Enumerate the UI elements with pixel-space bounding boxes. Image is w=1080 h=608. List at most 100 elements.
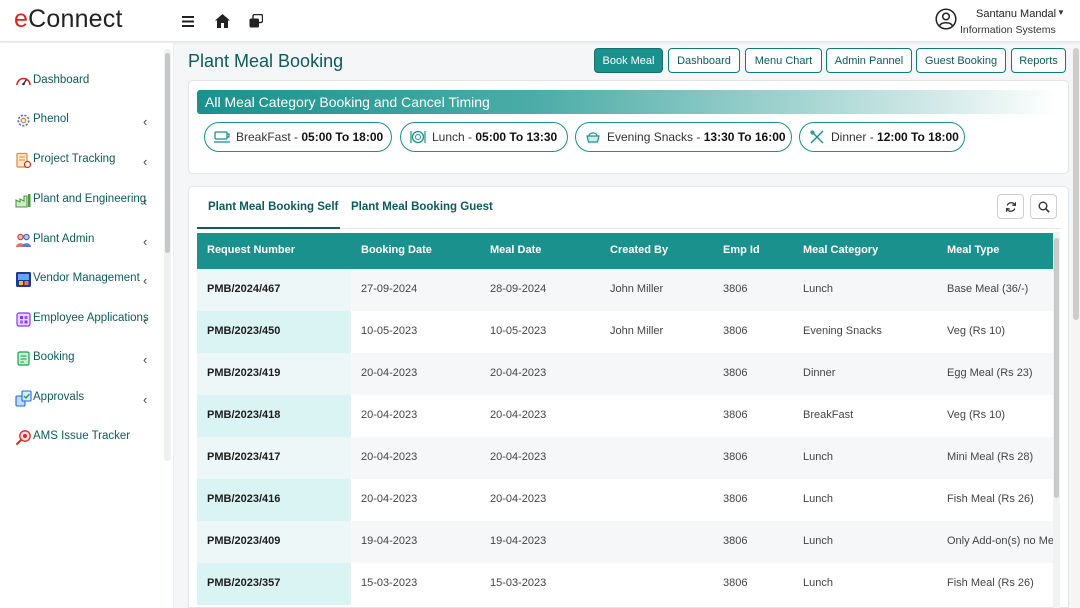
table-cell: 19-04-2023 (490, 535, 547, 547)
table-cell: Veg (Rs 10) (947, 325, 1006, 337)
column-header[interactable]: Meal Category (803, 244, 878, 256)
table-row[interactable]: PMB/2023/418 20-04-2023 20-04-2023 3806 Brea… (197, 395, 1054, 437)
breakfast-icon (214, 131, 230, 143)
table-row[interactable]: PMB/2023/417 20-04-2023 20-04-2023 3806 Lunc… (197, 437, 1054, 479)
table-cell: 10-05-2023 (361, 325, 418, 337)
sidebar-item-label: Dashboard (33, 74, 90, 86)
dashboard-button[interactable]: Dashboard (668, 48, 740, 73)
table-cell: Only Add-on(s) no Me (947, 535, 1054, 547)
logo-text: Connect (28, 5, 123, 33)
table-row[interactable]: PMB/2023/450 10-05-2023 10-05-2023 John Mil… (197, 311, 1054, 353)
booking-icon (17, 351, 30, 366)
sidebar-item-label: AMS Issue Tracker (33, 430, 131, 442)
chevron-left-icon: ‹ (143, 273, 148, 288)
column-header[interactable]: Meal Type (947, 244, 999, 256)
sidebar-item-phenol[interactable]: Phenol ‹ (0, 109, 160, 133)
pill-separator: - (290, 130, 302, 144)
table-cell: 20-04-2023 (490, 409, 547, 421)
sidebar-item-ams-issue-tracker[interactable]: AMS Issue Tracker (0, 426, 160, 450)
column-header[interactable]: Meal Date (490, 244, 541, 256)
tab-meal-booking-guest[interactable]: Plant Meal Booking Guest (351, 201, 493, 213)
refresh-button[interactable] (997, 194, 1024, 219)
table-cell[interactable]: PMB/2024/467 (207, 283, 280, 295)
table-cell: 20-04-2023 (361, 409, 418, 421)
sidebar-item-employee-applications[interactable]: Employee Applications ‹ (0, 308, 160, 332)
chevron-left-icon: ‹ (143, 313, 148, 328)
user-avatar-icon[interactable] (935, 8, 957, 30)
table-row[interactable]: PMB/2023/416 20-04-2023 20-04-2023 3806 Lunc… (197, 479, 1054, 521)
table-row[interactable]: PMB/2023/409 19-04-2023 19-04-2023 3806 Lunc… (197, 521, 1054, 563)
page-scroll-thumb[interactable] (1073, 48, 1079, 320)
table-scrollbar[interactable] (1053, 232, 1060, 608)
table-cell[interactable]: PMB/2023/416 (207, 493, 280, 505)
top-bar: eConnect Santanu Mandal ▼ Information Sy… (0, 0, 1080, 42)
table-cell: Dinner (803, 367, 836, 379)
sidebar-item-label: Phenol (33, 113, 69, 125)
table-cell: 20-04-2023 (361, 451, 418, 463)
table-row[interactable]: PMB/2024/467 27-09-2024 28-09-2024 John Mil… (197, 269, 1054, 311)
user-department: Information Systems (960, 24, 1056, 36)
app-icon (16, 312, 31, 327)
pill-meal-time: 05:00 To 13:30 (475, 130, 558, 144)
sidebar-scrollbar[interactable] (164, 49, 171, 461)
column-header[interactable]: Booking Date (361, 244, 432, 256)
menu-chart-button[interactable]: Menu Chart (745, 48, 822, 73)
pill-meal-name: BreakFast (236, 130, 291, 144)
search-button[interactable] (1030, 194, 1057, 219)
timing-pill-lunch: Lunch - 05:00 To 13:30 (400, 122, 568, 152)
vendor-icon (16, 272, 31, 287)
gear-icon (17, 114, 30, 127)
guest-booking-button[interactable]: Guest Booking (916, 48, 1006, 73)
table-cell[interactable]: PMB/2023/357 (207, 577, 280, 589)
page-title: Plant Meal Booking (188, 51, 344, 71)
table-cell: Evening Snacks (803, 325, 882, 337)
reports-button[interactable]: Reports (1011, 48, 1066, 73)
pill-meal-name: Dinner (831, 130, 867, 144)
table-cell: 3806 (723, 535, 748, 547)
pill-meal-time: 13:30 To 16:00 (703, 130, 786, 144)
speedometer-icon (16, 77, 31, 86)
table-cell: Mini Meal (Rs 28) (947, 451, 1034, 463)
app-logo[interactable]: eConnect (14, 5, 123, 34)
column-header[interactable]: Emp Id (723, 244, 760, 256)
logo-e: e (14, 5, 29, 33)
sidebar-item-vendor-management[interactable]: Vendor Management ‹ (0, 268, 160, 292)
users-icon (16, 233, 31, 247)
page-scrollbar[interactable] (1072, 44, 1080, 608)
book-meal-button[interactable]: Book Meal (594, 48, 663, 73)
document-icon (16, 152, 32, 169)
table-scroll-thumb[interactable] (1054, 238, 1059, 498)
column-header[interactable]: Created By (610, 244, 668, 256)
table-cell: 3806 (723, 325, 748, 337)
lunch-icon (410, 130, 426, 144)
column-header[interactable]: Request Number (207, 244, 295, 256)
sidebar-scroll-thumb[interactable] (165, 53, 170, 253)
windows-icon[interactable] (246, 11, 266, 31)
meal-timing-card: All Meal Category Booking and Cancel Tim… (188, 80, 1069, 174)
table-cell[interactable]: PMB/2023/409 (207, 535, 280, 547)
sidebar-item-project-tracking[interactable]: Project Tracking ‹ (0, 149, 160, 173)
table-cell[interactable]: PMB/2023/419 (207, 367, 280, 379)
home-icon[interactable] (212, 11, 232, 31)
booking-table-card: Plant Meal Booking Self Plant Meal Booki… (188, 186, 1069, 608)
table-cell[interactable]: PMB/2023/418 (207, 409, 280, 421)
sidebar-item-dashboard[interactable]: Dashboard (0, 70, 160, 94)
menu-toggle-icon[interactable] (178, 11, 198, 31)
pill-meal-time: 05:00 To 18:00 (301, 130, 384, 144)
sidebar-item-plant-engineering[interactable]: Plant and Engineering ‹ (0, 189, 160, 213)
tab-meal-booking-self[interactable]: Plant Meal Booking Self (208, 201, 338, 213)
sidebar-item-plant-admin[interactable]: Plant Admin ‹ (0, 229, 160, 253)
sidebar-item-approvals[interactable]: Approvals ‹ (0, 387, 160, 411)
table-cell: 3806 (723, 367, 748, 379)
caret-down-icon[interactable]: ▼ (1057, 8, 1065, 17)
table-cell: 3806 (723, 409, 748, 421)
admin-pannel-button[interactable]: Admin Pannel (826, 48, 912, 73)
table-cell[interactable]: PMB/2023/450 (207, 325, 280, 337)
sidebar-item-booking[interactable]: Booking ‹ (0, 347, 160, 371)
user-name[interactable]: Santanu Mandal (976, 8, 1056, 20)
table-row[interactable]: PMB/2023/419 20-04-2023 20-04-2023 3806 Dinn… (197, 353, 1054, 395)
table-cell[interactable]: PMB/2023/417 (207, 451, 280, 463)
timing-heading: All Meal Category Booking and Cancel Tim… (205, 94, 490, 110)
table-cell: BreakFast (803, 409, 854, 421)
table-row[interactable]: PMB/2023/357 15-03-2023 15-03-2023 3806 Lunc… (197, 563, 1054, 605)
